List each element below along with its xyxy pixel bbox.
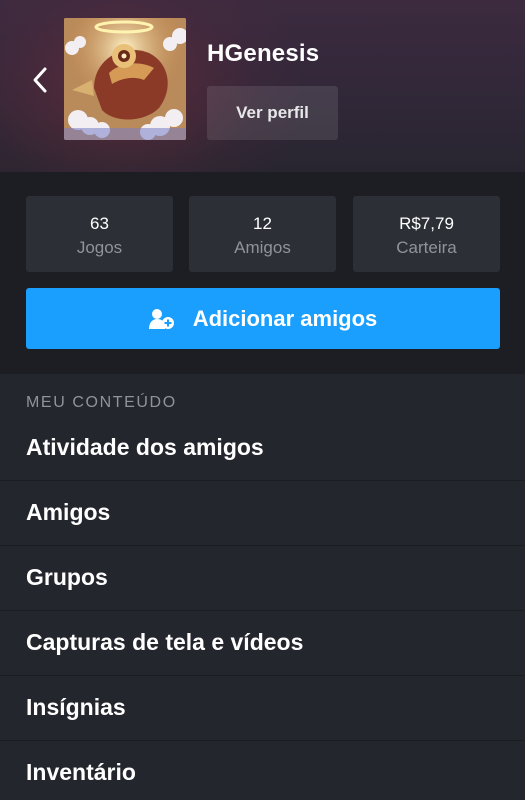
- add-friends-button[interactable]: Adicionar amigos: [26, 288, 500, 349]
- menu-item-groups[interactable]: Grupos: [0, 546, 525, 611]
- username: HGenesis: [207, 40, 320, 67]
- menu-item-label: Atividade dos amigos: [26, 434, 264, 460]
- avatar-image: [64, 18, 186, 140]
- stat-friends[interactable]: 12 Amigos: [189, 196, 336, 272]
- menu-item-label: Inventário: [26, 759, 136, 785]
- menu-item-friends[interactable]: Amigos: [0, 481, 525, 546]
- stat-wallet-value: R$7,79: [399, 214, 454, 233]
- view-profile-button[interactable]: Ver perfil: [207, 86, 338, 140]
- menu-item-screenshots-videos[interactable]: Capturas de tela e vídeos: [0, 611, 525, 676]
- profile-screen: HGenesis Ver perfil 63 Jogos 12 Amigos R…: [0, 0, 525, 800]
- add-friends-label: Adicionar amigos: [192, 305, 378, 331]
- back-button[interactable]: [22, 60, 58, 100]
- stats-section: 63 Jogos 12 Amigos R$7,79 Carteira Adici…: [0, 172, 525, 374]
- stat-wallet-label: Carteira: [396, 238, 457, 257]
- stat-games-label: Jogos: [76, 238, 123, 257]
- menu-item-friends-activity[interactable]: Atividade dos amigos: [0, 416, 525, 481]
- menu-item-label: Amigos: [26, 499, 111, 525]
- chevron-left-icon: [33, 67, 47, 93]
- stat-wallet[interactable]: R$7,79 Carteira: [353, 196, 500, 272]
- menu-item-inventory[interactable]: Inventário: [0, 741, 525, 800]
- stat-games[interactable]: 63 Jogos: [26, 196, 173, 272]
- my-content-menu: MEU CONTEÚDO Atividade dos amigos Amigos…: [0, 374, 525, 800]
- section-title: MEU CONTEÚDO: [26, 394, 177, 411]
- stat-friends-value: 12: [253, 214, 272, 233]
- menu-item-label: Capturas de tela e vídeos: [26, 629, 304, 655]
- menu-item-badges[interactable]: Insígnias: [0, 676, 525, 741]
- stat-friends-label: Amigos: [234, 238, 291, 257]
- menu-item-label: Grupos: [26, 564, 108, 590]
- profile-header: HGenesis Ver perfil: [0, 0, 525, 172]
- stat-games-value: 63: [90, 214, 109, 233]
- avatar[interactable]: [64, 18, 186, 140]
- add-user-icon: [148, 308, 174, 329]
- menu-item-label: Insígnias: [26, 694, 126, 720]
